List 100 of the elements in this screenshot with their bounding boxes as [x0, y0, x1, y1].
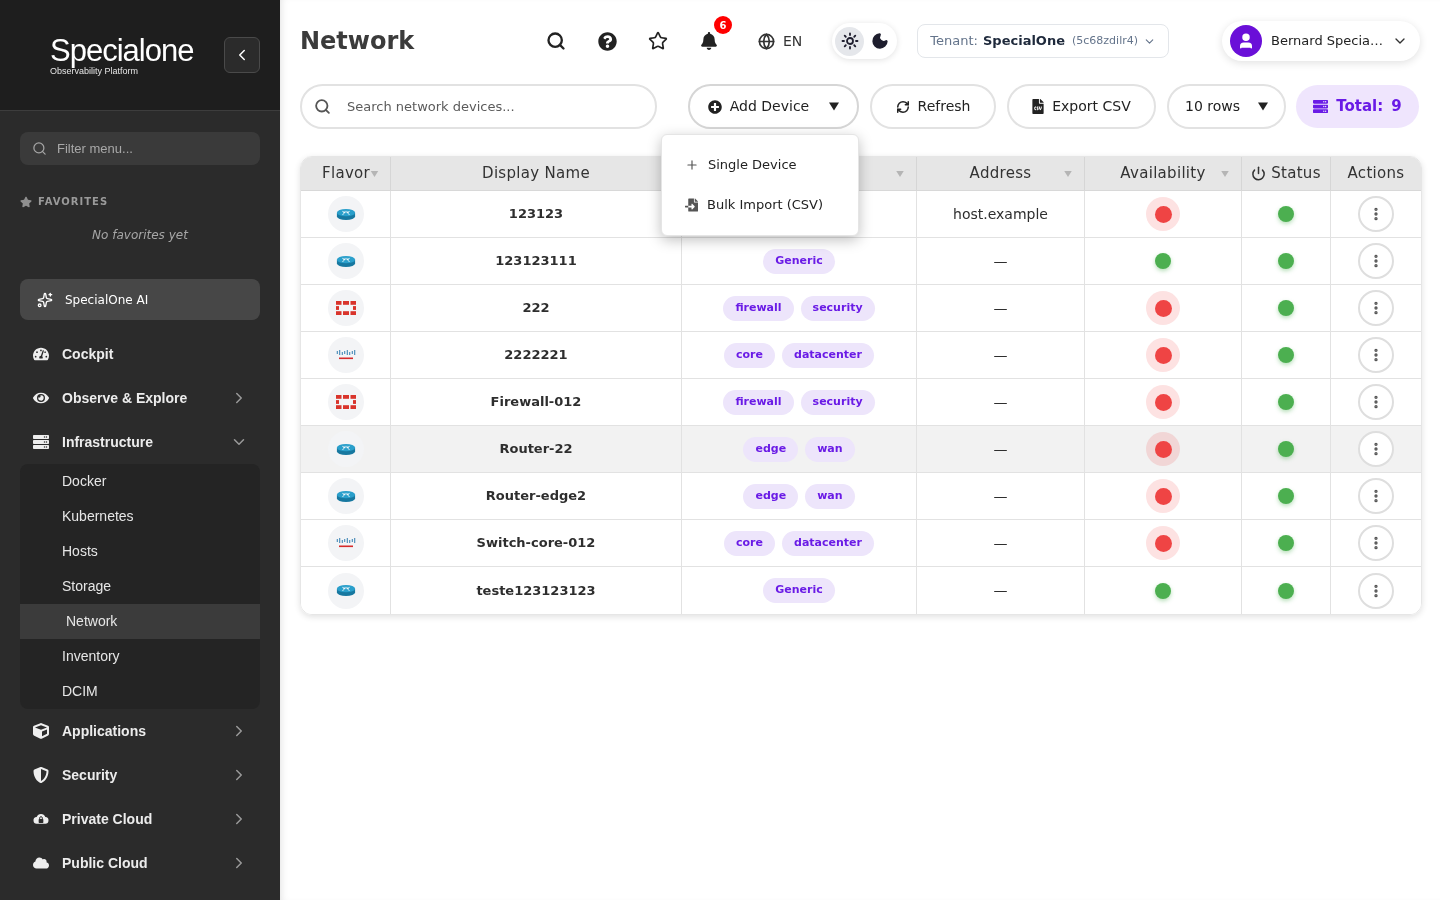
- tenant-selector[interactable]: Tenant: SpecialOne (5c68zdilr4): [917, 24, 1169, 58]
- refresh-button[interactable]: Refresh: [870, 84, 996, 129]
- collapse-button[interactable]: [224, 37, 260, 73]
- tag: wan: [805, 483, 855, 509]
- column-header: Status: [1271, 163, 1321, 185]
- device-name: Switch-core-012: [476, 534, 596, 553]
- tag: security: [800, 389, 875, 415]
- menu-item[interactable]: Single Device: [662, 145, 858, 185]
- tag: firewall: [723, 389, 794, 415]
- submenu-item[interactable]: Hosts: [20, 534, 260, 569]
- nav-item[interactable]: Applications: [20, 709, 260, 753]
- ai-button[interactable]: SpecialOne AI: [20, 279, 260, 320]
- address-text: —: [993, 298, 1008, 318]
- submenu-item[interactable]: Docker: [20, 464, 260, 499]
- tenant-name: SpecialOne: [983, 32, 1065, 51]
- device-name: Router-22: [499, 440, 573, 459]
- tag: core: [724, 530, 775, 556]
- nav-item[interactable]: Private Cloud: [20, 797, 260, 841]
- device-name: 123123111: [495, 252, 577, 271]
- csv-file-icon: [1032, 99, 1045, 114]
- eye-icon: [33, 390, 49, 406]
- filter-field[interactable]: Filter menu...: [20, 132, 260, 165]
- nav-item[interactable]: Infrastructure: [20, 420, 260, 464]
- router-icon: [327, 196, 364, 232]
- theme-toggle[interactable]: [832, 23, 898, 59]
- plus-icon: [685, 158, 699, 172]
- notification-count: 6: [714, 16, 732, 34]
- nav-item[interactable]: Security: [20, 753, 260, 797]
- device-name: 123123: [508, 205, 564, 224]
- cloud-icon: [33, 855, 49, 871]
- tag: edge: [743, 483, 799, 509]
- tag: firewall: [723, 295, 794, 321]
- submenu-item[interactable]: Network: [20, 604, 260, 639]
- row-actions-button[interactable]: [1358, 337, 1394, 373]
- nav-item[interactable]: Observe & Explore: [20, 376, 260, 420]
- column-header: Address: [969, 163, 1032, 185]
- firewall-icon: [327, 290, 364, 326]
- row-actions-button[interactable]: [1358, 478, 1394, 514]
- tenant-label: Tenant:: [930, 32, 978, 51]
- menu-item[interactable]: Bulk Import (CSV): [662, 185, 858, 225]
- cube-icon: [33, 723, 49, 739]
- export-csv-button[interactable]: Export CSV: [1007, 84, 1156, 129]
- star-icon: [648, 31, 668, 51]
- empty-favorites-text: No favorites yet: [92, 227, 188, 244]
- nav-item[interactable]: Public Cloud: [20, 841, 260, 885]
- tag: security: [800, 295, 875, 321]
- tag: datacenter: [782, 530, 874, 556]
- rows-per-page-select[interactable]: 10 rows: [1167, 84, 1286, 129]
- row-actions-button[interactable]: [1358, 572, 1394, 609]
- user-name: Bernard Specia…: [1271, 32, 1383, 51]
- add-device-button[interactable]: Add Device: [688, 84, 859, 129]
- address-text: —: [993, 581, 1008, 600]
- device-name: Router-edge2: [485, 487, 587, 506]
- address-text: host.example: [953, 204, 1048, 224]
- address-text: —: [993, 345, 1008, 365]
- row-actions-button[interactable]: [1358, 243, 1394, 279]
- cloud-lock-icon: [33, 811, 49, 827]
- page-title: Network: [300, 26, 416, 57]
- sun-icon[interactable]: [835, 26, 865, 56]
- shield-icon: [33, 767, 49, 783]
- sparkles-icon: [37, 291, 53, 308]
- bell-icon: [700, 32, 718, 50]
- globe-icon: [758, 32, 775, 50]
- tag: Generic: [763, 248, 835, 274]
- total-count-badge: Total: 9: [1296, 85, 1419, 128]
- row-actions-button[interactable]: [1358, 196, 1394, 232]
- address-text: —: [993, 439, 1008, 459]
- search-icon: [546, 31, 566, 51]
- language-button[interactable]: EN: [758, 30, 803, 52]
- nav-item[interactable]: Cockpit: [20, 332, 260, 376]
- router-icon: [327, 478, 364, 514]
- refresh-icon: [895, 99, 910, 114]
- column-header: Availability: [1120, 163, 1206, 185]
- submenu-item[interactable]: Inventory: [20, 639, 260, 674]
- tag: wan: [805, 436, 855, 462]
- logo-text: Specialone: [50, 34, 194, 66]
- user-menu-button[interactable]: Bernard Specia…: [1222, 21, 1420, 61]
- avatar-icon: [1230, 25, 1263, 57]
- server-icon: [1313, 99, 1329, 114]
- star-icon: [20, 195, 32, 208]
- row-actions-button[interactable]: [1358, 431, 1394, 467]
- row-actions-button[interactable]: [1358, 525, 1394, 561]
- device-name: Firewall-012: [490, 393, 582, 412]
- row-actions-button[interactable]: [1358, 384, 1394, 420]
- gauge-icon: [33, 346, 49, 362]
- submenu-item[interactable]: Storage: [20, 569, 260, 604]
- switch-bars-icon: [327, 337, 364, 373]
- submenu-item[interactable]: DCIM: [20, 674, 260, 709]
- router-icon: [327, 431, 364, 467]
- power-icon: [1251, 166, 1267, 181]
- column-header: Actions: [1347, 163, 1405, 185]
- submenu-item[interactable]: Kubernetes: [20, 499, 260, 534]
- device-name: 222: [522, 299, 550, 318]
- tenant-id: (5c68zdilr4): [1072, 32, 1138, 49]
- row-actions-button[interactable]: [1358, 290, 1394, 326]
- router-icon: [327, 572, 364, 609]
- search-field[interactable]: Search network devices...: [300, 84, 657, 129]
- address-text: —: [993, 392, 1008, 412]
- tag: datacenter: [782, 342, 874, 368]
- router-icon: [327, 243, 364, 279]
